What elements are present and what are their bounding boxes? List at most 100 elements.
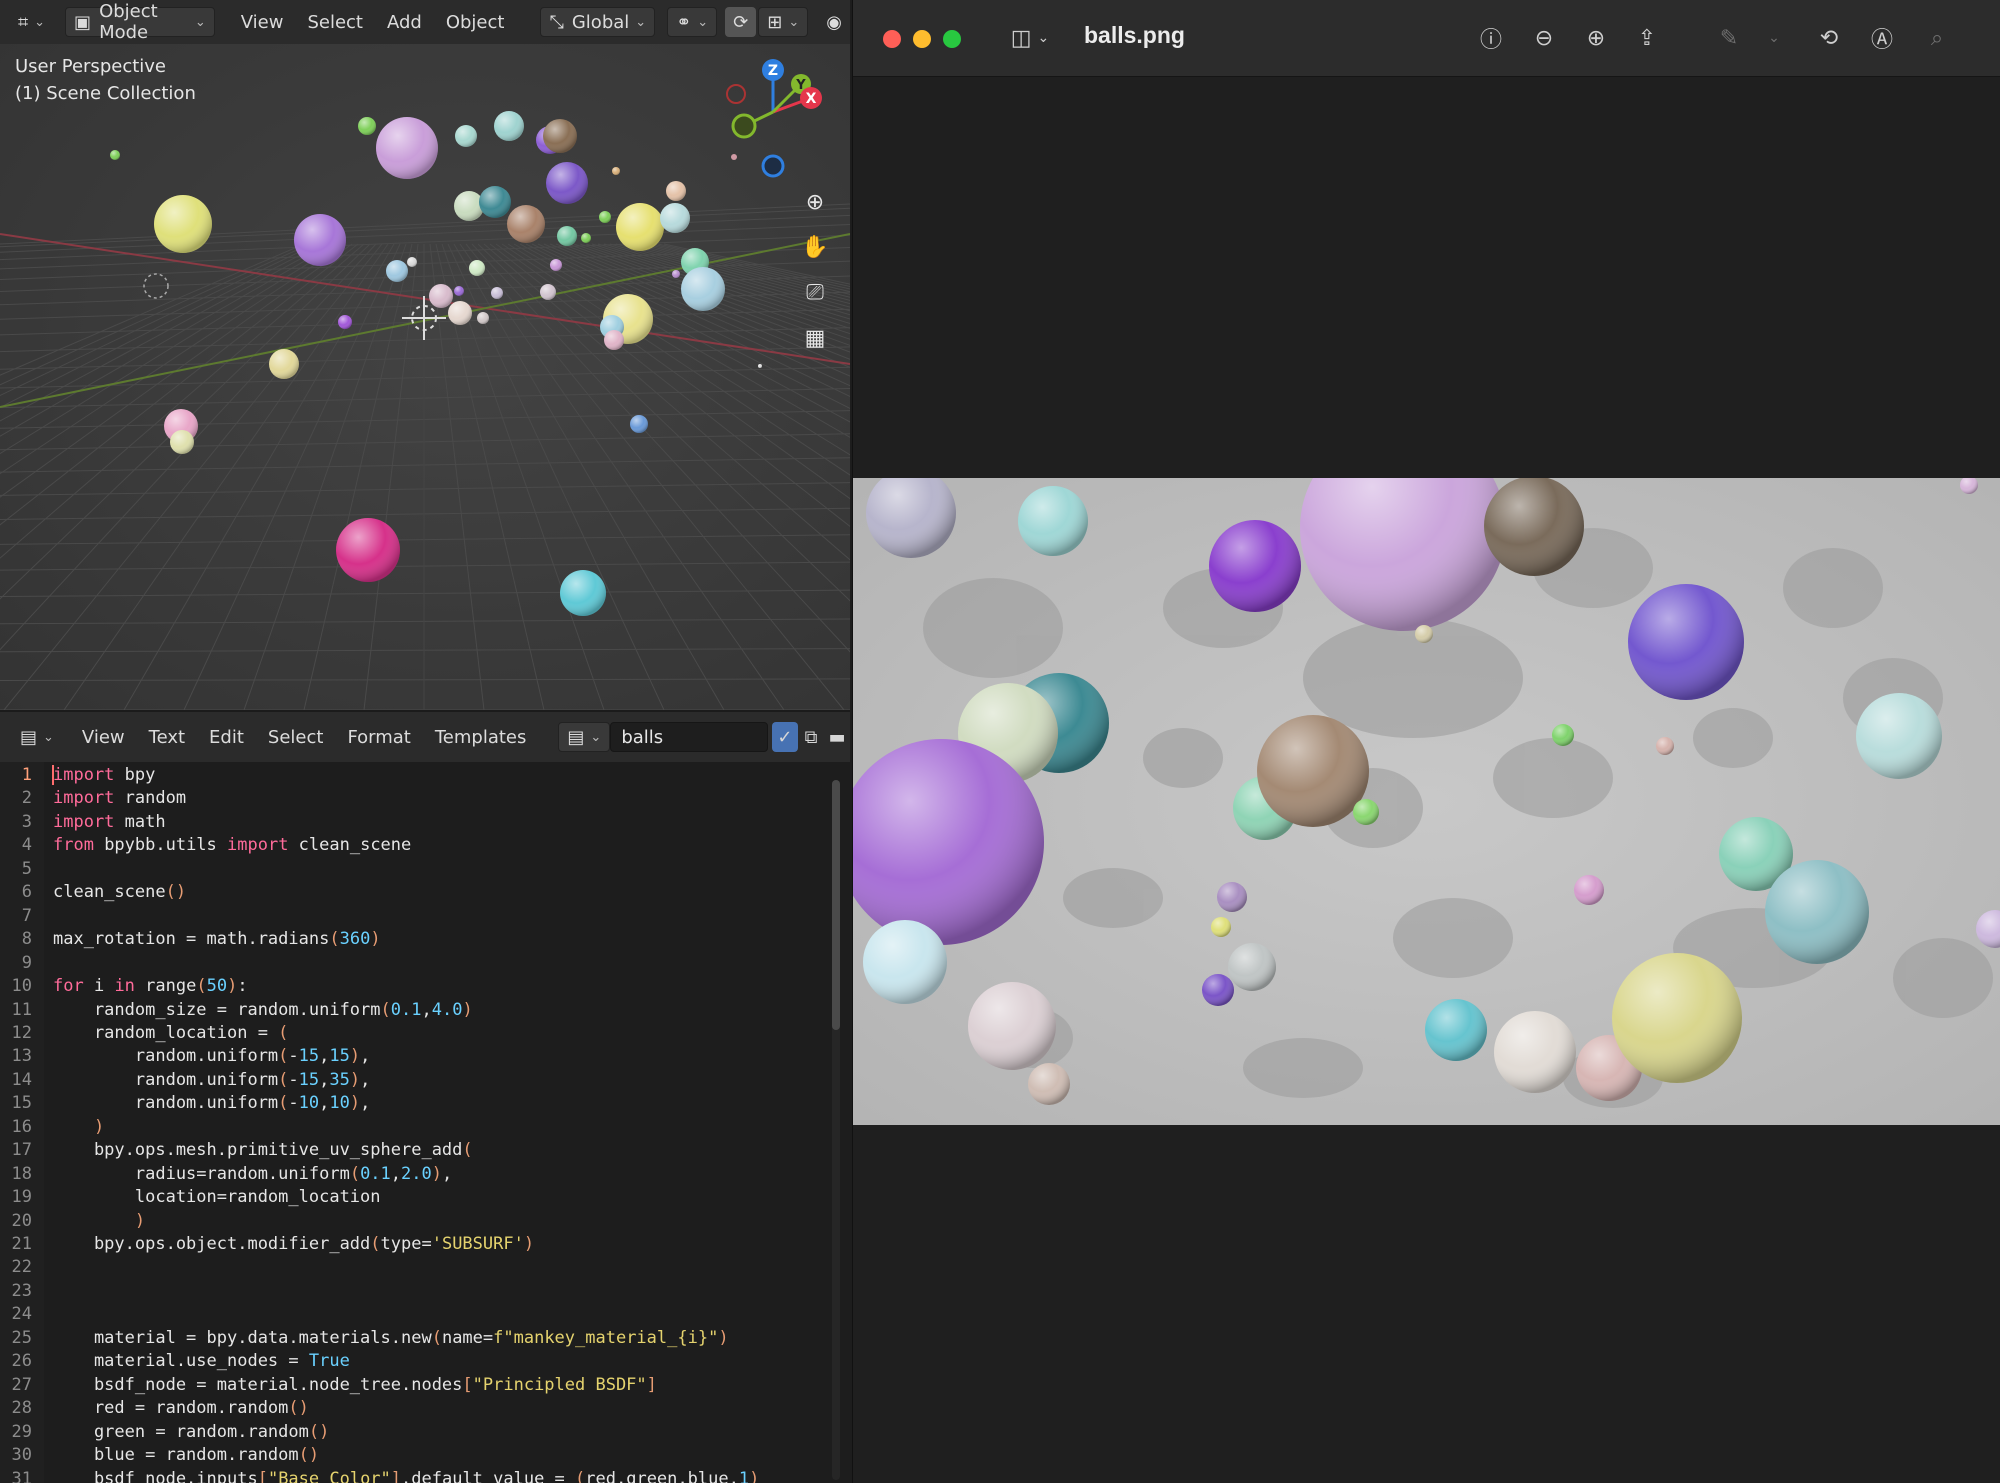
code-line[interactable]: 8 max_rotation = math.radians(360)	[0, 929, 830, 952]
proportional-edit-toggle[interactable]: ◉	[818, 7, 850, 37]
line-number: 29	[11, 1421, 32, 1442]
line-number: 2	[21, 788, 32, 809]
increment-icon: ⊞	[767, 11, 783, 33]
close-window-button[interactable]	[883, 30, 901, 48]
line-number: 31	[11, 1468, 32, 1483]
code-line[interactable]: 17 bpy.ops.mesh.primitive_uv_sphere_add(	[0, 1140, 830, 1163]
code-line[interactable]: 12 random_location = (	[0, 1023, 830, 1046]
gizmo-x-label: X	[806, 91, 817, 107]
chevron-down-icon[interactable]: ⌄	[1758, 22, 1790, 54]
code-line[interactable]: 4 from bpybb.utils import clean_scene	[0, 835, 830, 858]
menu-select[interactable]: Select	[295, 7, 375, 37]
code-line[interactable]: 18 radius=random.uniform(0.1,2.0),	[0, 1164, 830, 1187]
snap-toggle[interactable]: ⟳	[725, 7, 757, 37]
line-number: 5	[21, 858, 32, 879]
code-line[interactable]: 10 for i in range(50):	[0, 976, 830, 999]
sphere-shading	[546, 162, 588, 204]
rendered-sphere-shading	[1612, 953, 1742, 1083]
menu-select[interactable]: Select	[256, 722, 336, 752]
code-line[interactable]: 19 location=random_location	[0, 1187, 830, 1210]
minimize-window-button[interactable]	[913, 30, 931, 48]
search-icon[interactable]: ⌕	[1921, 22, 1953, 54]
open-folder-icon[interactable]: ▬	[824, 722, 850, 752]
code-line[interactable]: 28 red = random.random()	[0, 1398, 830, 1421]
code-line[interactable]: 13 random.uniform(-15,15),	[0, 1046, 830, 1069]
code-line[interactable]: 24	[0, 1304, 830, 1327]
sphere-shading	[479, 186, 511, 218]
navigation-gizmo[interactable]: Z Y X	[718, 56, 828, 181]
rendered-sphere-shading	[1209, 520, 1301, 612]
fake-user-shield-icon[interactable]: ✓	[771, 722, 798, 752]
perspective-label: User Perspective	[15, 56, 166, 77]
rotate-icon[interactable]: ⟲	[1813, 22, 1845, 54]
code-editor[interactable]: 1 import bpy 2 import random 3 import math 4 fr…	[0, 762, 850, 1483]
menu-object[interactable]: Object	[434, 7, 517, 37]
code-line[interactable]: 20 )	[0, 1211, 830, 1234]
code-line[interactable]: 6 clean_scene()	[0, 882, 830, 905]
menu-view[interactable]: View	[229, 7, 296, 37]
code-line[interactable]: 15 random.uniform(-10,10),	[0, 1093, 830, 1116]
line-number: 8	[21, 929, 32, 950]
share-icon[interactable]: ⇪	[1631, 22, 1663, 54]
text-editor-header: ▤ ⌄ View Text Edit Select Format Template…	[0, 710, 850, 762]
pivot-dropdown[interactable]: ⚭ ⌄	[667, 7, 718, 37]
code-line[interactable]: 7	[0, 906, 830, 929]
3d-viewport[interactable]: User Perspective (1) Scene Collection Z …	[0, 44, 850, 710]
code-line[interactable]: 31 bsdf_node.inputs["Base Color"].defaul…	[0, 1469, 830, 1483]
grid-icon[interactable]: ▦	[794, 317, 836, 359]
hand-pan-icon[interactable]: ✋	[794, 226, 836, 268]
code-line[interactable]: 2 import random	[0, 788, 830, 811]
text-name-field[interactable]: balls	[610, 722, 768, 752]
code-line[interactable]: 29 green = random.random()	[0, 1422, 830, 1445]
line-number: 19	[11, 1187, 32, 1208]
info-icon[interactable]: ⓘ	[1475, 22, 1507, 54]
text-browse-button[interactable]: ▤ ⌄	[558, 722, 611, 752]
code-line[interactable]: 30 blue = random.random()	[0, 1445, 830, 1468]
line-number: 30	[11, 1445, 32, 1466]
code-line[interactable]: 25 material = bpy.data.materials.new(nam…	[0, 1328, 830, 1351]
sphere-shading	[604, 330, 624, 350]
menu-edit[interactable]: Edit	[197, 722, 256, 752]
sphere-shading	[454, 286, 464, 296]
orientation-dropdown[interactable]: ⤡ Global ⌄	[540, 7, 656, 37]
annotate-icon[interactable]: Ⓐ	[1866, 22, 1898, 54]
zoom-out-icon[interactable]: ⊖	[1528, 22, 1560, 54]
editor-type-button[interactable]: ⌗ ⌄	[10, 7, 53, 37]
code-line[interactable]: 23	[0, 1281, 830, 1304]
zoom-in-icon[interactable]: ⊕	[1580, 22, 1612, 54]
editor-type-button[interactable]: ▤ ⌄	[12, 722, 62, 752]
sphere-shadow	[1393, 898, 1513, 978]
code-line[interactable]: 16 )	[0, 1117, 830, 1140]
menu-add[interactable]: Add	[375, 7, 434, 37]
code-text: for i in range(50):	[53, 976, 248, 997]
camera-icon[interactable]: ⎚	[794, 271, 836, 313]
code-line[interactable]: 22	[0, 1257, 830, 1280]
snap-target-dropdown[interactable]: ⊞ ⌄	[758, 7, 809, 37]
rendered-sphere-shading	[1217, 882, 1247, 912]
document-title: balls.png	[1084, 22, 1185, 48]
zoom-window-button[interactable]	[943, 30, 961, 48]
code-line[interactable]: 14 random.uniform(-15,35),	[0, 1070, 830, 1093]
code-line[interactable]: 21 bpy.ops.object.modifier_add(type='SUB…	[0, 1234, 830, 1257]
code-text: import random	[53, 788, 187, 809]
code-line[interactable]: 11 random_size = random.uniform(0.1,4.0)	[0, 1000, 830, 1023]
menu-templates[interactable]: Templates	[423, 722, 539, 752]
code-line[interactable]: 3 import math	[0, 812, 830, 835]
code-line[interactable]: 26 material.use_nodes = True	[0, 1351, 830, 1374]
code-text: green = random.random()	[53, 1421, 330, 1442]
menu-format[interactable]: Format	[335, 722, 422, 752]
code-line[interactable]: 1 import bpy	[0, 765, 830, 788]
code-line[interactable]: 9	[0, 953, 830, 976]
mode-dropdown[interactable]: ▣ Object Mode ⌄	[65, 1, 215, 43]
markup-pen-icon[interactable]: ✎	[1713, 22, 1745, 54]
code-text: radius=random.uniform(0.1,2.0),	[53, 1163, 453, 1184]
preview-toolbar: ◫ ⌄ balls.png ⓘ ⊖ ⊕ ⇪ ✎ ⌄ ⟲ Ⓐ ⌕	[853, 0, 2000, 77]
code-line[interactable]: 5	[0, 859, 830, 882]
menu-text[interactable]: Text	[137, 722, 197, 752]
scrollbar-thumb[interactable]	[832, 780, 840, 1030]
duplicate-icon[interactable]: ⧉	[798, 722, 824, 752]
code-line[interactable]: 27 bsdf_node = material.node_tree.nodes[…	[0, 1375, 830, 1398]
sidebar-icon[interactable]: ◫ ⌄	[1003, 22, 1057, 54]
menu-view[interactable]: View	[70, 722, 137, 752]
zoom-icon[interactable]: ⊕	[794, 181, 836, 223]
